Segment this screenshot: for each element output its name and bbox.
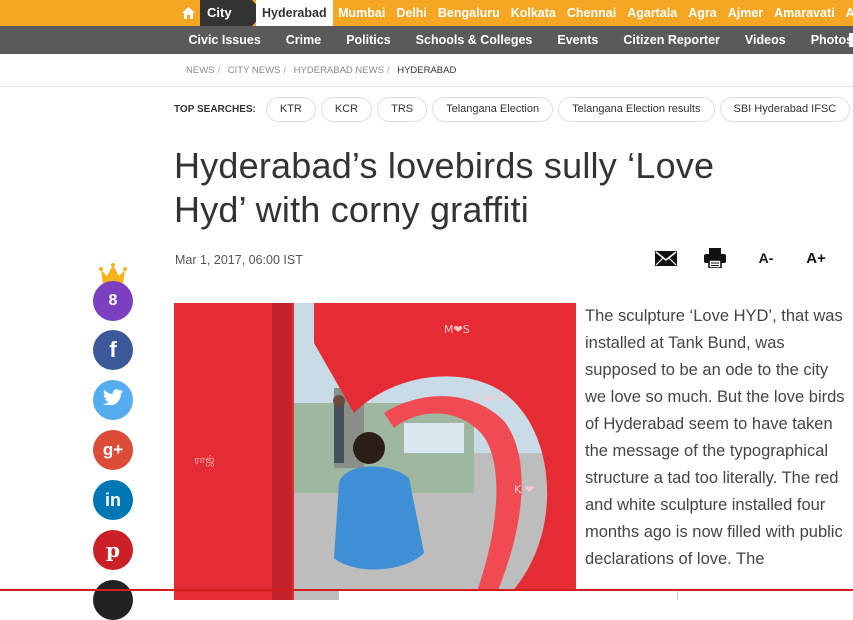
- font-increase-button[interactable]: A+: [801, 246, 831, 270]
- breadcrumb-hyderabad-news[interactable]: HYDERABAD NEWS: [294, 65, 384, 76]
- city-link-mumbai[interactable]: Mumbai: [333, 0, 391, 26]
- search-pill-telangana-election-results[interactable]: Telangana Election results: [558, 97, 715, 122]
- print-icon[interactable]: [702, 246, 728, 270]
- breadcrumb-city-news[interactable]: CITY NEWS: [228, 65, 281, 76]
- googleplus-icon: g+: [102, 440, 124, 459]
- breadcrumb-separator: /: [217, 65, 221, 76]
- city-link-chennai[interactable]: Chennai: [561, 0, 621, 26]
- article-title: Hyderabad’s lovebirds sully ‘Love Hyd’ w…: [174, 145, 715, 230]
- share-count-badge: 8: [93, 281, 133, 321]
- pinterest-share-button[interactable]: p: [93, 530, 133, 570]
- nav-civic-issues[interactable]: Civic Issues: [176, 26, 273, 54]
- twitter-share-button[interactable]: [93, 380, 133, 420]
- nav-events[interactable]: Events: [545, 26, 611, 54]
- svg-text:ராஜ்: ராஜ்: [194, 453, 215, 466]
- linkedin-icon: in: [105, 489, 121, 510]
- nav-politics[interactable]: Politics: [334, 26, 403, 54]
- city-link-ajmer[interactable]: Ajmer: [722, 0, 768, 26]
- city-link-bengaluru[interactable]: Bengaluru: [432, 0, 505, 26]
- city-link-kolkata[interactable]: Kolkata: [505, 0, 561, 26]
- nav-schools-colleges[interactable]: Schools & Colleges: [403, 26, 545, 54]
- nav-crime[interactable]: Crime: [273, 26, 333, 54]
- search-pill-telangana-election[interactable]: Telangana Election: [432, 97, 554, 122]
- top-searches-label: TOP SEARCHES:: [174, 104, 256, 115]
- breadcrumb: NEWS / CITY NEWS / HYDERABAD NEWS / HYDERAB…: [186, 65, 456, 76]
- nav-photos[interactable]: Photos: [798, 26, 853, 54]
- city-list: Hyderabad Mumbai Delhi Bengaluru Kolkata…: [256, 0, 853, 26]
- city-link-delhi[interactable]: Delhi: [391, 0, 433, 26]
- home-icon[interactable]: [176, 0, 200, 26]
- article-photo: ராஜ் M❤S S ❤ P K ❤: [174, 303, 576, 600]
- search-pill-kcr[interactable]: KCR: [320, 97, 373, 122]
- city-link-agartala[interactable]: Agartala: [622, 0, 683, 26]
- article-body: The sculpture ‘Love HYD’, that was insta…: [585, 307, 845, 568]
- breadcrumb-separator: /: [283, 65, 287, 76]
- twitter-icon: [102, 389, 123, 411]
- city-link-ahmedabad[interactable]: Ahm: [840, 0, 853, 26]
- search-pill-trs[interactable]: TRS: [377, 97, 428, 122]
- breadcrumb-separator: /: [386, 65, 390, 76]
- pinterest-icon: p: [106, 538, 120, 562]
- top-searches: TOP SEARCHES: KTR KCR TRS Telangana Elec…: [174, 97, 853, 122]
- breadcrumb-bar: NEWS / CITY NEWS / HYDERABAD NEWS / HYDERAB…: [0, 54, 853, 87]
- facebook-share-button[interactable]: f: [93, 330, 133, 370]
- city-menu-label[interactable]: City: [200, 0, 264, 26]
- city-link-amaravati[interactable]: Amaravati: [769, 0, 840, 26]
- city-link-hyderabad[interactable]: Hyderabad: [256, 0, 333, 26]
- breadcrumb-news[interactable]: NEWS: [186, 65, 215, 76]
- bottom-sticky-bar: [338, 591, 678, 600]
- city-link-agra[interactable]: Agra: [683, 0, 722, 26]
- googleplus-share-button[interactable]: g+: [93, 430, 133, 470]
- breadcrumb-current: HYDERABAD: [397, 65, 457, 76]
- section-navigation-bar: Civic Issues Crime Politics Schools & Co…: [0, 26, 853, 54]
- article-date: Mar 1, 2017, 06:00 IST: [175, 253, 303, 267]
- svg-text:S ❤ P: S ❤ P: [474, 393, 504, 406]
- font-decrease-button[interactable]: A-: [752, 246, 780, 270]
- search-pill-ktr[interactable]: KTR: [265, 97, 316, 122]
- nav-overflow-marker: [849, 33, 853, 47]
- city-navigation-bar: City Hyderabad Mumbai Delhi Bengaluru Ko…: [0, 0, 853, 26]
- nav-citizen-reporter[interactable]: Citizen Reporter: [611, 26, 733, 54]
- nav-videos[interactable]: Videos: [732, 26, 798, 54]
- facebook-icon: f: [109, 337, 117, 362]
- svg-text:M❤S: M❤S: [444, 323, 470, 336]
- svg-text:K ❤: K ❤: [514, 483, 534, 496]
- email-icon[interactable]: [653, 246, 679, 270]
- more-share-button[interactable]: [93, 580, 133, 620]
- linkedin-share-button[interactable]: in: [93, 480, 133, 520]
- search-pill-sbi-hyderabad-ifsc[interactable]: SBI Hyderabad IFSC: [719, 97, 851, 122]
